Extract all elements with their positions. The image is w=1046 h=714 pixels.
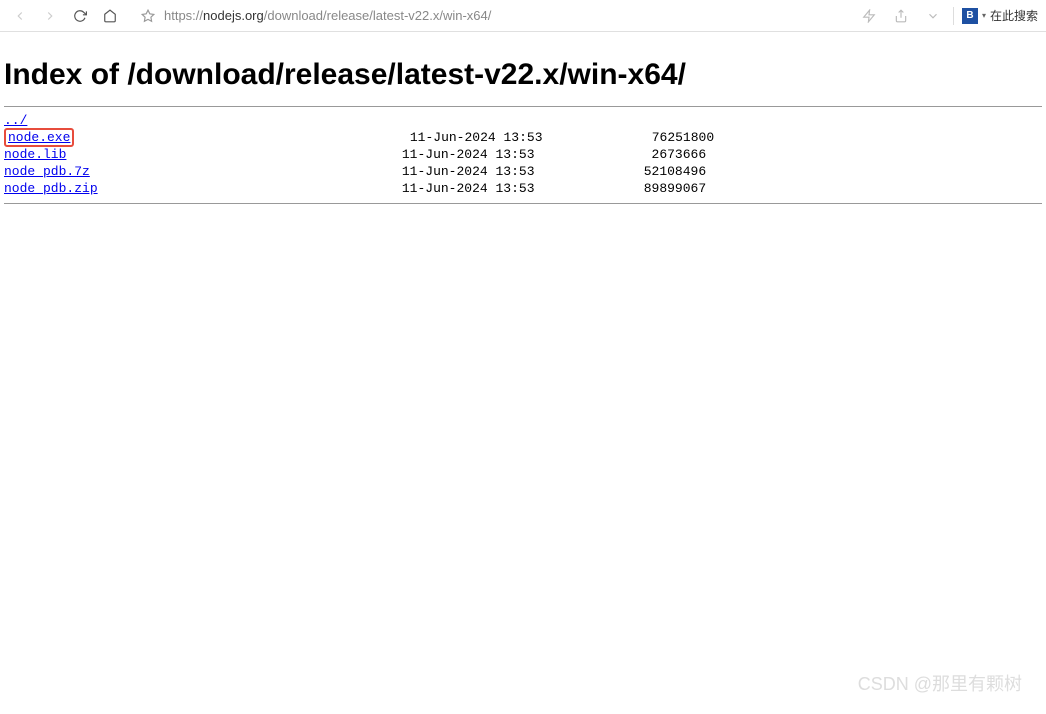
search-engine-icon: B (962, 8, 978, 24)
flash-icon[interactable] (857, 4, 881, 28)
search-box[interactable]: B ▾ 在此搜索 (962, 7, 1038, 24)
hr-bottom (4, 203, 1042, 204)
divider (953, 7, 954, 25)
forward-button[interactable] (38, 4, 62, 28)
file-link[interactable]: node_pdb.zip (4, 181, 98, 196)
watermark: CSDN @那里有颗树 (858, 670, 1022, 696)
file-link[interactable]: node.lib (4, 147, 66, 162)
highlight-box: node.exe (4, 128, 74, 147)
page-content: Index of /download/release/latest-v22.x/… (0, 32, 1046, 216)
file-link[interactable]: node_pdb.7z (4, 164, 90, 179)
file-link[interactable]: node.exe (8, 130, 70, 145)
dropdown-arrow-icon: ▾ (982, 11, 986, 20)
address-bar[interactable]: https://nodejs.org/download/release/late… (136, 4, 851, 28)
home-button[interactable] (98, 4, 122, 28)
page-title: Index of /download/release/latest-v22.x/… (4, 58, 1042, 92)
share-icon[interactable] (889, 4, 913, 28)
url-text: https://nodejs.org/download/release/late… (164, 8, 491, 23)
browser-toolbar: https://nodejs.org/download/release/late… (0, 0, 1046, 32)
star-icon[interactable] (136, 4, 160, 28)
back-button[interactable] (8, 4, 32, 28)
directory-listing: ../ node.exe 11-Jun-2024 13:53 76251800 … (4, 113, 1042, 197)
reload-button[interactable] (68, 4, 92, 28)
right-controls: B ▾ 在此搜索 (857, 4, 1038, 28)
hr-top (4, 106, 1042, 107)
chevron-down-icon[interactable] (921, 4, 945, 28)
parent-dir-link[interactable]: ../ (4, 113, 27, 128)
search-placeholder: 在此搜索 (990, 7, 1038, 24)
